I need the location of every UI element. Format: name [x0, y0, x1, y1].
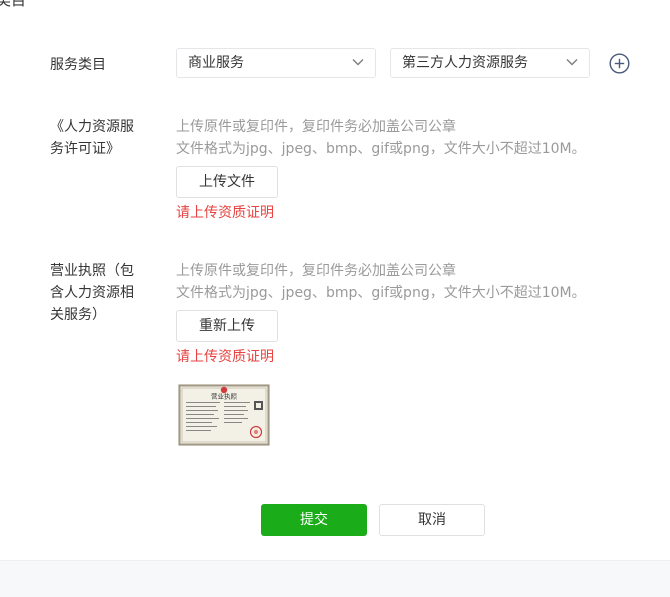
hr-license-label: 《人力资源服 务许可证》 [50, 116, 134, 160]
chevron-down-icon [352, 59, 364, 66]
thumbnail-title: 营业执照 [211, 392, 238, 401]
business-license-label-line3: 关服务） [50, 307, 106, 323]
hr-license-hint-1: 上传原件或复印件，复印件务必加盖公司公章 [176, 119, 456, 135]
business-license-error: 请上传资质证明 [176, 349, 274, 365]
business-license-hint-2: 文件格式为jpg、jpeg、bmp、gif或png，文件大小不超过10M。 [176, 285, 586, 301]
page-title: 类目 [0, 0, 27, 9]
upload-file-button[interactable]: 上传文件 [176, 166, 278, 198]
primary-category-value: 商业服务 [188, 55, 244, 71]
chevron-down-icon [566, 59, 578, 66]
hr-license-error: 请上传资质证明 [176, 205, 274, 221]
secondary-category-value: 第三方人力资源服务 [402, 55, 528, 71]
business-license-hint-1: 上传原件或复印件，复印件务必加盖公司公章 [176, 263, 456, 279]
business-license-thumbnail[interactable]: 营业执照 [178, 384, 270, 446]
hr-license-label-line2: 务许可证》 [50, 141, 120, 157]
secondary-category-select[interactable]: 第三方人力资源服务 [390, 48, 590, 78]
business-license-label-line1: 营业执照（包 [50, 263, 134, 279]
submit-button[interactable]: 提交 [261, 504, 367, 536]
hr-license-label-line1: 《人力资源服 [50, 119, 134, 135]
reupload-button[interactable]: 重新上传 [176, 310, 278, 342]
business-license-label-line2: 含人力资源相 [50, 285, 134, 301]
add-circle-icon[interactable] [609, 53, 630, 74]
cancel-button[interactable]: 取消 [379, 504, 485, 536]
page-footer [0, 560, 670, 597]
service-category-label: 服务类目 [50, 57, 106, 73]
business-license-label: 营业执照（包 含人力资源相 关服务） [50, 260, 134, 326]
primary-category-select[interactable]: 商业服务 [176, 48, 376, 78]
hr-license-hint-2: 文件格式为jpg、jpeg、bmp、gif或png，文件大小不超过10M。 [176, 141, 586, 157]
